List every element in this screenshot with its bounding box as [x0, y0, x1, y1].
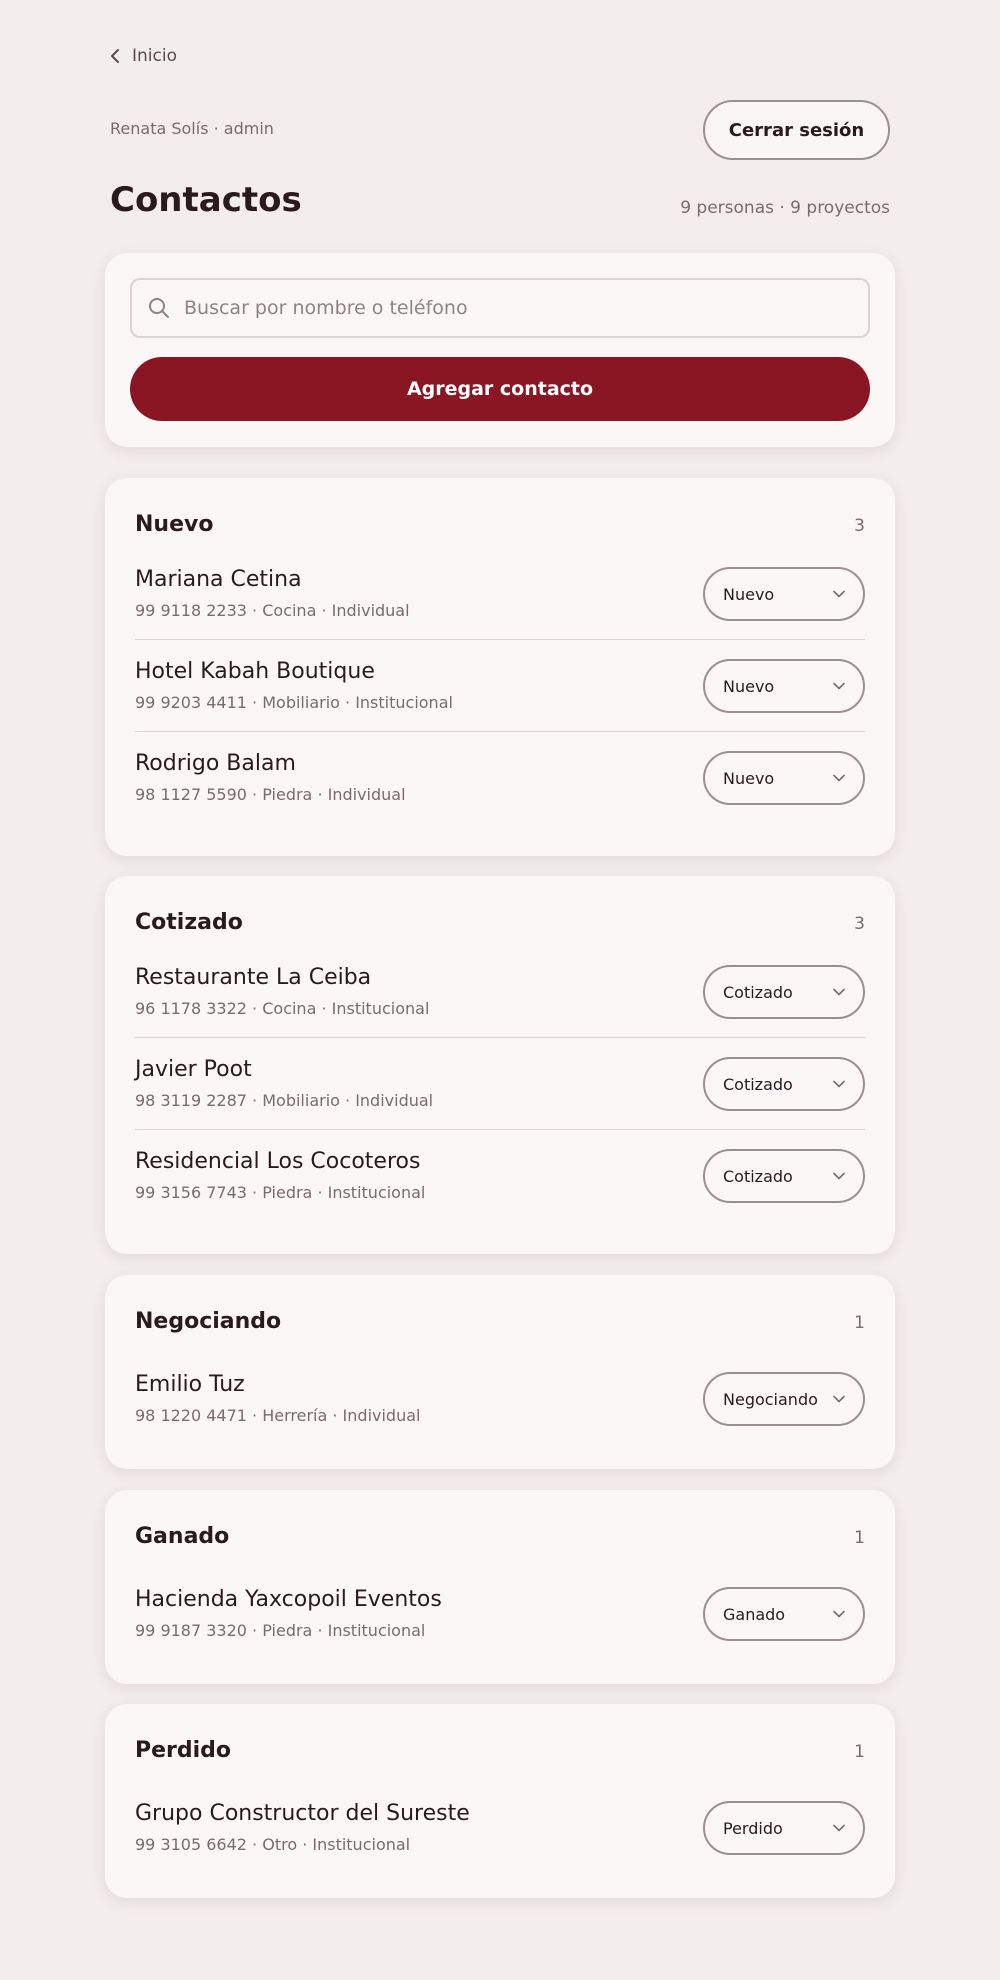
status-select[interactable]: Nuevo [703, 567, 865, 621]
status-select[interactable]: Nuevo [703, 659, 865, 713]
contact-name: Grupo Constructor del Sureste [135, 1801, 470, 1826]
search-card: Agregar contacto [105, 253, 895, 447]
contact-row[interactable]: Hacienda Yaxcopoil Eventos 99 9187 3320 … [135, 1568, 865, 1660]
contact-name: Residencial Los Cocoteros [135, 1149, 421, 1174]
status-value: Nuevo [723, 768, 775, 788]
status-value: Ganado [723, 1604, 786, 1624]
contact-meta: 96 1178 3322 · Cocina · Institucional [135, 999, 430, 1018]
group-count: 1 [854, 1528, 865, 1548]
group-count: 3 [854, 914, 865, 934]
contact-row[interactable]: Mariana Cetina 99 9118 2233 · Cocina · I… [135, 548, 865, 640]
chevron-down-icon [833, 1080, 845, 1088]
chevron-down-icon [833, 590, 845, 598]
group-card-ganado: Ganado 1 Hacienda Yaxcopoil Eventos 99 9… [105, 1490, 895, 1684]
status-value: Cotizado [723, 1166, 793, 1186]
contact-meta: 98 1127 5590 · Piedra · Individual [135, 785, 406, 804]
contact-name: Hotel Kabah Boutique [135, 659, 375, 684]
contact-row[interactable]: Restaurante La Ceiba 96 1178 3322 · Coci… [135, 946, 865, 1038]
search-input[interactable] [184, 297, 824, 319]
group-card-cotizado: Cotizado 3 Restaurante La Ceiba 96 1178 … [105, 876, 895, 1254]
contact-meta: 99 3156 7743 · Piedra · Institucional [135, 1183, 426, 1202]
chevron-down-icon [833, 1610, 845, 1618]
contact-row[interactable]: Residencial Los Cocoteros 99 3156 7743 ·… [135, 1130, 865, 1222]
contact-row[interactable]: Grupo Constructor del Sureste 99 3105 66… [135, 1782, 865, 1874]
status-value: Cotizado [723, 1074, 793, 1094]
contact-name: Hacienda Yaxcopoil Eventos [135, 1587, 442, 1612]
contact-meta: 98 1220 4471 · Herrería · Individual [135, 1406, 421, 1425]
contact-row[interactable]: Hotel Kabah Boutique 99 9203 4411 · Mobi… [135, 640, 865, 732]
status-select[interactable]: Cotizado [703, 1057, 865, 1111]
add-contact-button[interactable]: Agregar contacto [130, 357, 870, 421]
group-count: 1 [854, 1742, 865, 1762]
group-count: 1 [854, 1313, 865, 1333]
contact-name: Rodrigo Balam [135, 751, 296, 776]
chevron-down-icon [833, 1395, 845, 1403]
contacts-page: Inicio Renata Solís · admin Cerrar sesió… [0, 0, 1000, 1980]
user-info: Renata Solís · admin [110, 119, 274, 138]
contact-meta: 98 3119 2287 · Mobiliario · Individual [135, 1091, 434, 1110]
contact-row[interactable]: Javier Poot 98 3119 2287 · Mobiliario · … [135, 1038, 865, 1130]
contact-name: Emilio Tuz [135, 1372, 245, 1397]
contact-row[interactable]: Emilio Tuz 98 1220 4471 · Herrería · Ind… [135, 1353, 865, 1445]
status-select[interactable]: Cotizado [703, 1149, 865, 1203]
search-field[interactable] [130, 278, 870, 338]
group-card-nuevo: Nuevo 3 Mariana Cetina 99 9118 2233 · Co… [105, 478, 895, 856]
back-link[interactable]: Inicio [110, 46, 177, 66]
contact-name: Mariana Cetina [135, 567, 302, 592]
chevron-left-icon [111, 49, 119, 63]
logout-button[interactable]: Cerrar sesión [703, 100, 890, 160]
group-title: Negociando [135, 1309, 282, 1334]
status-select[interactable]: Cotizado [703, 965, 865, 1019]
status-value: Nuevo [723, 584, 775, 604]
contact-meta: 99 9118 2233 · Cocina · Individual [135, 601, 410, 620]
summary-counts: 9 personas · 9 proyectos [680, 198, 890, 218]
group-card-perdido: Perdido 1 Grupo Constructor del Sureste … [105, 1704, 895, 1898]
status-value: Cotizado [723, 982, 793, 1002]
status-value: Nuevo [723, 676, 775, 696]
group-title: Nuevo [135, 512, 214, 537]
contact-meta: 99 9187 3320 · Piedra · Institucional [135, 1621, 426, 1640]
chevron-down-icon [833, 774, 845, 782]
chevron-down-icon [833, 1172, 845, 1180]
page-title: Contactos [110, 180, 302, 220]
back-link-label: Inicio [132, 46, 177, 66]
contact-meta: 99 3105 6642 · Otro · Institucional [135, 1835, 411, 1854]
search-icon [149, 298, 169, 318]
status-select[interactable]: Negociando [703, 1372, 865, 1426]
chevron-down-icon [833, 988, 845, 996]
contact-name: Restaurante La Ceiba [135, 965, 372, 990]
chevron-down-icon [833, 682, 845, 690]
chevron-down-icon [833, 1824, 845, 1832]
status-select[interactable]: Nuevo [703, 751, 865, 805]
status-select[interactable]: Ganado [703, 1587, 865, 1641]
group-title: Cotizado [135, 910, 243, 935]
group-card-negociando: Negociando 1 Emilio Tuz 98 1220 4471 · H… [105, 1275, 895, 1469]
status-select[interactable]: Perdido [703, 1801, 865, 1855]
contact-meta: 99 9203 4411 · Mobiliario · Instituciona… [135, 693, 453, 712]
contact-row[interactable]: Rodrigo Balam 98 1127 5590 · Piedra · In… [135, 732, 865, 824]
status-value: Negociando [723, 1389, 818, 1409]
group-title: Perdido [135, 1738, 232, 1763]
contact-name: Javier Poot [135, 1057, 252, 1082]
status-value: Perdido [723, 1818, 783, 1838]
group-count: 3 [854, 516, 865, 536]
group-title: Ganado [135, 1524, 230, 1549]
